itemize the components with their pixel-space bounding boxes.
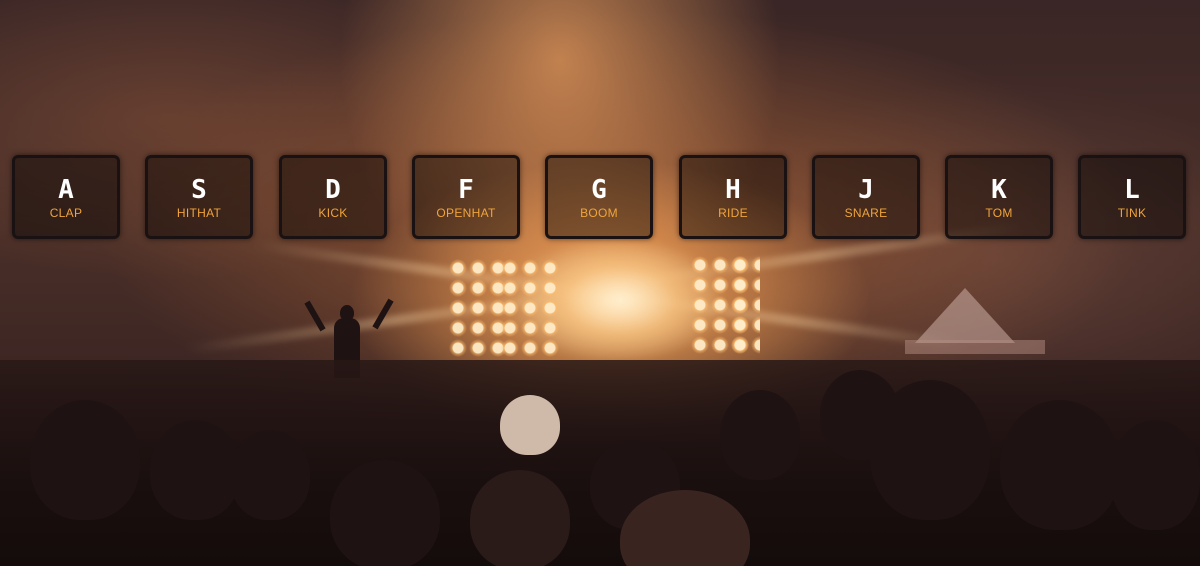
- key-sound-label: KICK: [318, 206, 348, 220]
- key-letter: D: [325, 175, 341, 205]
- drum-keys: A CLAP S HITHAT D KICK F OPENHAT G BOOM …: [0, 155, 1200, 239]
- crowd-head: [500, 395, 560, 455]
- drum-key-h[interactable]: H RIDE: [679, 155, 787, 239]
- key-sound-label: HITHAT: [176, 206, 222, 220]
- key-letter: S: [191, 175, 207, 205]
- key-sound-label: SNARE: [844, 206, 888, 220]
- key-letter: J: [858, 175, 874, 205]
- key-sound-label: RIDE: [718, 206, 748, 220]
- drum-key-l[interactable]: L TINK: [1078, 155, 1186, 239]
- crowd-head: [340, 305, 354, 321]
- crowd-head: [470, 470, 570, 566]
- drum-key-k[interactable]: K TOM: [945, 155, 1053, 239]
- crowd-head: [1110, 420, 1200, 530]
- key-letter: G: [591, 175, 607, 205]
- crowd-head: [720, 390, 800, 480]
- drum-key-j[interactable]: J SNARE: [812, 155, 920, 239]
- key-letter: K: [991, 175, 1007, 205]
- key-sound-label: CLAP: [49, 206, 83, 220]
- crowd-head: [870, 380, 990, 520]
- key-letter: L: [1124, 175, 1140, 205]
- key-letter: A: [58, 175, 74, 205]
- drum-key-a[interactable]: A CLAP: [12, 155, 120, 239]
- drum-key-s[interactable]: S HITHAT: [145, 155, 253, 239]
- crowd-head: [1000, 400, 1120, 530]
- drum-key-g[interactable]: G BOOM: [545, 155, 653, 239]
- drum-key-d[interactable]: D KICK: [279, 155, 387, 239]
- key-sound-label: TINK: [1117, 206, 1147, 220]
- crowd-head: [150, 420, 240, 520]
- crowd-head: [230, 430, 310, 520]
- crowd-head: [330, 460, 440, 566]
- tent-roof: [915, 288, 1015, 343]
- key-letter: H: [725, 175, 741, 205]
- key-sound-label: TOM: [985, 206, 1013, 220]
- key-sound-label: BOOM: [580, 206, 618, 220]
- crowd-head: [30, 400, 140, 520]
- concert-background-image: A CLAP S HITHAT D KICK F OPENHAT G BOOM …: [0, 0, 1200, 566]
- drum-key-f[interactable]: F OPENHAT: [412, 155, 520, 239]
- key-sound-label: OPENHAT: [436, 206, 496, 220]
- key-letter: F: [458, 175, 474, 205]
